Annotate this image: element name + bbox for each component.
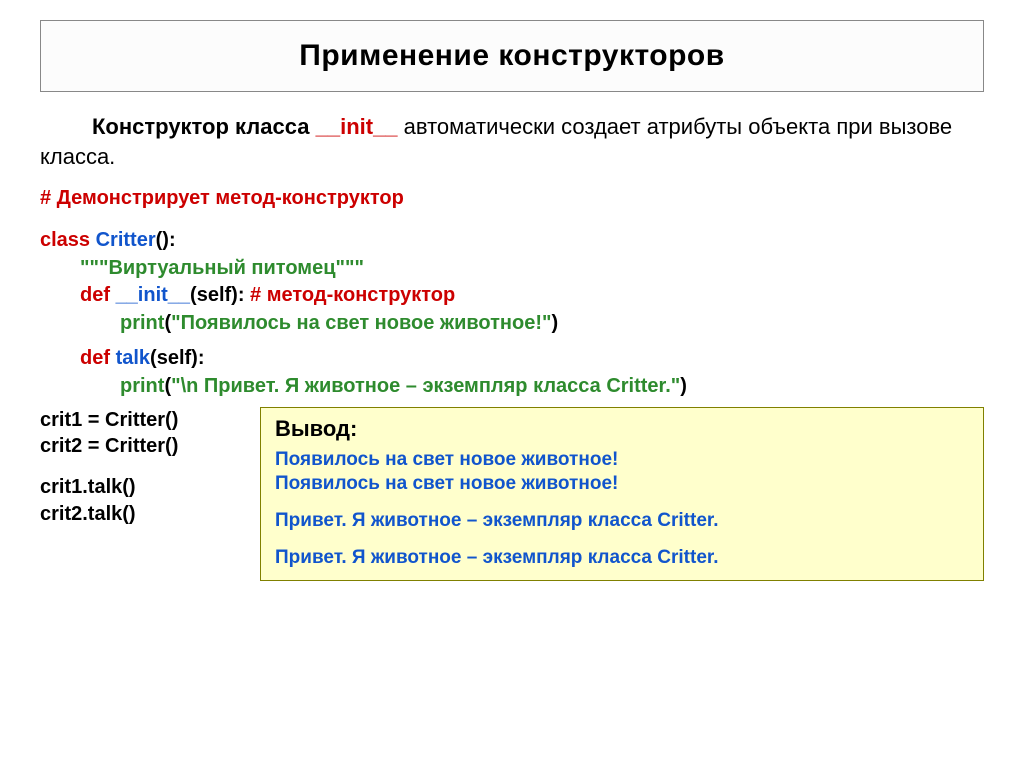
output-line-4: Привет. Я животное – экземпляр класса Cr… [275, 546, 969, 571]
lower-row: crit1 = Critter() crit2 = Critter() crit… [40, 407, 984, 582]
talk-name: talk [116, 347, 150, 369]
kw-class: class [40, 229, 96, 251]
output-line-2: Появилось на свет новое животное! [275, 472, 969, 497]
docstring-text: """Виртуальный питомец""" [80, 257, 364, 279]
code-init-print: print("Появилось на свет новое животное!… [40, 310, 984, 338]
intro-part1: Конструктор класса [92, 114, 316, 139]
code-block: # Демонстрирует метод-конструктор class … [40, 185, 984, 400]
code-comment-demo: # Демонстрирует метод-конструктор [40, 185, 984, 213]
crit2-call: crit2.talk() [40, 501, 240, 528]
talk-print-str: "\n Привет. Я животное – экземпляр класс… [171, 375, 680, 397]
crit1-call: crit1.talk() [40, 474, 240, 501]
code-class-line: class Critter(): [40, 227, 984, 255]
code-def-talk: def talk(self): [40, 345, 984, 373]
class-name: Critter [96, 229, 156, 251]
slide: Применение конструкторов Конструктор кла… [0, 0, 1024, 591]
kw-def-1: def [80, 284, 116, 306]
init-args: (self): [190, 284, 244, 306]
code-docstring: """Виртуальный питомец""" [40, 255, 984, 283]
output-box: Вывод: Появилось на свет новое животное!… [260, 407, 984, 582]
title-box: Применение конструкторов [40, 20, 984, 92]
close-paren-2: ) [680, 375, 687, 397]
code-talk-print: print("\n Привет. Я животное – экземпляр… [40, 373, 984, 401]
call-block: crit1 = Critter() crit2 = Critter() crit… [40, 407, 240, 528]
output-line-1: Появилось на свет новое животное! [275, 448, 969, 473]
crit1-assign: crit1 = Critter() [40, 407, 240, 434]
code-def-init: def __init__(self): # метод-конструктор [40, 282, 984, 310]
slide-title: Применение конструкторов [51, 39, 973, 73]
print-fn-2: print [120, 375, 164, 397]
class-tail: (): [156, 229, 176, 251]
init-print-str: "Появилось на свет новое животное!" [171, 312, 551, 334]
close-paren-1: ) [551, 312, 558, 334]
init-inline-comment: # метод-конструктор [245, 284, 456, 306]
kw-def-2: def [80, 347, 116, 369]
intro-init: __init__ [316, 114, 398, 139]
output-line-3: Привет. Я животное – экземпляр класса Cr… [275, 509, 969, 534]
output-title: Вывод: [275, 416, 969, 442]
init-name: __init__ [116, 284, 190, 306]
intro-paragraph: Конструктор класса __init__ автоматическ… [40, 112, 984, 171]
talk-args: (self): [150, 347, 204, 369]
crit2-assign: crit2 = Critter() [40, 433, 240, 460]
print-fn-1: print [120, 312, 164, 334]
